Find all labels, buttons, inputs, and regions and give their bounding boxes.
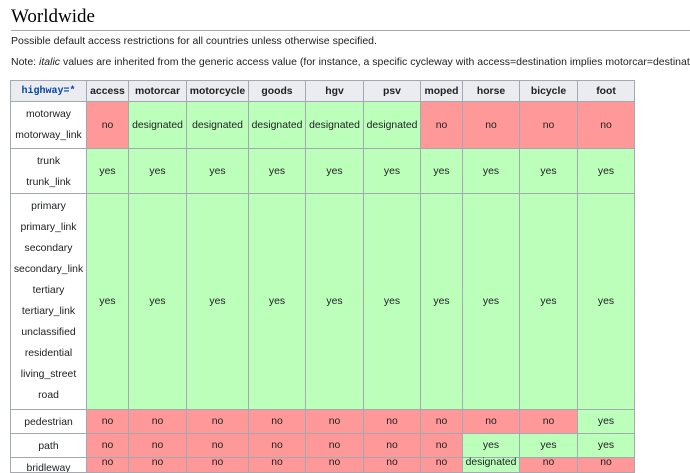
access-value-cell: no [462, 101, 520, 149]
note-text: Note: italic values are inherited from t… [11, 56, 690, 69]
access-value-cell: no [128, 433, 187, 458]
access-value-cell: yes [420, 148, 463, 194]
column-header-horse: horse [462, 80, 520, 102]
access-value-cell: yes [577, 409, 635, 434]
highway-key-label: unclassified [21, 327, 76, 338]
column-header-motorcycle: motorcycle [186, 80, 249, 102]
highway-key-label: path [38, 441, 59, 452]
access-value-cell: no [519, 409, 578, 434]
access-value-cell: no [186, 409, 249, 434]
highway-key-label: bridleway [26, 463, 71, 472]
access-value-cell: yes [363, 148, 421, 194]
access-value-cell: no [86, 433, 129, 458]
access-value-cell: yes [248, 193, 306, 410]
access-restrictions-table: highway=* access motorcar motorcycle goo… [10, 80, 635, 473]
access-value-cell: no [248, 433, 306, 458]
column-header-foot: foot [577, 80, 635, 102]
intro-text: Possible default access restrictions for… [11, 35, 377, 47]
access-value-cell: yes [577, 193, 635, 410]
access-value-cell: no [420, 101, 463, 149]
row-key-cell: path [10, 433, 87, 458]
access-value-cell: yes [86, 193, 129, 410]
access-value-cell: yes [577, 148, 635, 194]
highway-key-label: secondary_link [13, 264, 84, 275]
highway-key-label: primary [31, 201, 66, 212]
highway-key-label: tertiary [32, 285, 65, 296]
access-value-cell: no [248, 409, 306, 434]
column-header-motorcar: motorcar [128, 80, 187, 102]
access-value-cell: yes [86, 148, 129, 194]
access-value-cell: yes [305, 148, 364, 194]
column-header-access: access [86, 80, 129, 102]
section-heading: Worldwide [11, 6, 690, 31]
access-value-cell: no [363, 433, 421, 458]
access-value-cell: no [186, 433, 249, 458]
highway-key-label: motorway_link [15, 130, 82, 141]
note-prefix: Note: [11, 56, 40, 68]
access-value-cell: yes [128, 193, 187, 410]
access-value-cell: no [519, 101, 578, 149]
access-value-cell: designated [186, 101, 249, 149]
highway-key-label: motorway [25, 109, 72, 120]
access-value-cell: no [577, 101, 635, 149]
access-value-cell: designated [305, 101, 364, 149]
access-value-cell: no [86, 409, 129, 434]
access-value-cell: yes [363, 193, 421, 410]
note-italic-word: italic [39, 56, 61, 68]
access-value-cell: no [363, 409, 421, 434]
table-row: primary primary_link secondary secondary_li… [10, 193, 635, 410]
note-rest: values are inherited from the generic ac… [60, 56, 690, 68]
access-value-cell: yes [462, 433, 520, 458]
column-header-psv: psv [363, 80, 421, 102]
table-row: motorway motorway_link no designated designa… [10, 101, 635, 149]
row-key-cell: motorway motorway_link [10, 101, 87, 149]
highway-key-label: residential [24, 348, 73, 359]
access-value-cell: yes [519, 433, 578, 458]
access-value-cell: designated [363, 101, 421, 149]
table-header-row: highway=* access motorcar motorcycle goo… [10, 80, 635, 102]
access-value-cell: yes [248, 148, 306, 194]
highway-key-label: trunk [36, 156, 61, 167]
column-header-hgv: hgv [305, 80, 364, 102]
highway-key-label: pedestrian [24, 417, 73, 428]
access-value-cell: no [305, 433, 364, 458]
access-value-cell: no [305, 409, 364, 434]
column-header-goods: goods [248, 80, 306, 102]
access-value-cell: no [420, 433, 463, 458]
row-key-cell: trunk trunk_link [10, 148, 87, 194]
table-row: pedestrian no no no no no no no no no yes [10, 409, 635, 434]
row-key-cell: primary primary_link secondary secondary_li… [10, 193, 87, 410]
column-header-moped: moped [420, 80, 463, 102]
access-value-cell: yes [128, 148, 187, 194]
table-row: path no no no no no no no yes yes yes [10, 433, 635, 458]
table-row: trunk trunk_link yes yes yes yes yes yes yes yes y… [10, 148, 635, 194]
access-value-cell: no [128, 409, 187, 434]
access-value-cell: yes [186, 148, 249, 194]
highway-key-label: primary_link [20, 222, 77, 233]
row-key-cell: pedestrian [10, 409, 87, 434]
column-header-bicycle: bicycle [519, 80, 578, 102]
access-value-cell: yes [577, 433, 635, 458]
access-value-cell: designated [248, 101, 306, 149]
highway-key-label: trunk_link [26, 177, 71, 188]
highway-key-label: road [38, 390, 59, 401]
highway-key-label: tertiary_link [21, 306, 76, 317]
access-value-cell: designated [128, 101, 187, 149]
access-value-cell: yes [186, 193, 249, 410]
access-value-cell: yes [519, 193, 578, 410]
highway-key-label: secondary [24, 243, 73, 254]
access-value-cell: yes [519, 148, 578, 194]
access-value-cell: yes [305, 193, 364, 410]
highway-key-label: living_street [20, 369, 77, 380]
access-value-cell: yes [420, 193, 463, 410]
column-header-highway: highway=* [10, 80, 87, 102]
access-value-cell: yes [462, 193, 520, 410]
access-value-cell: no [462, 409, 520, 434]
access-value-cell: yes [462, 148, 520, 194]
access-value-cell: no [420, 409, 463, 434]
access-value-cell: no [86, 101, 129, 149]
